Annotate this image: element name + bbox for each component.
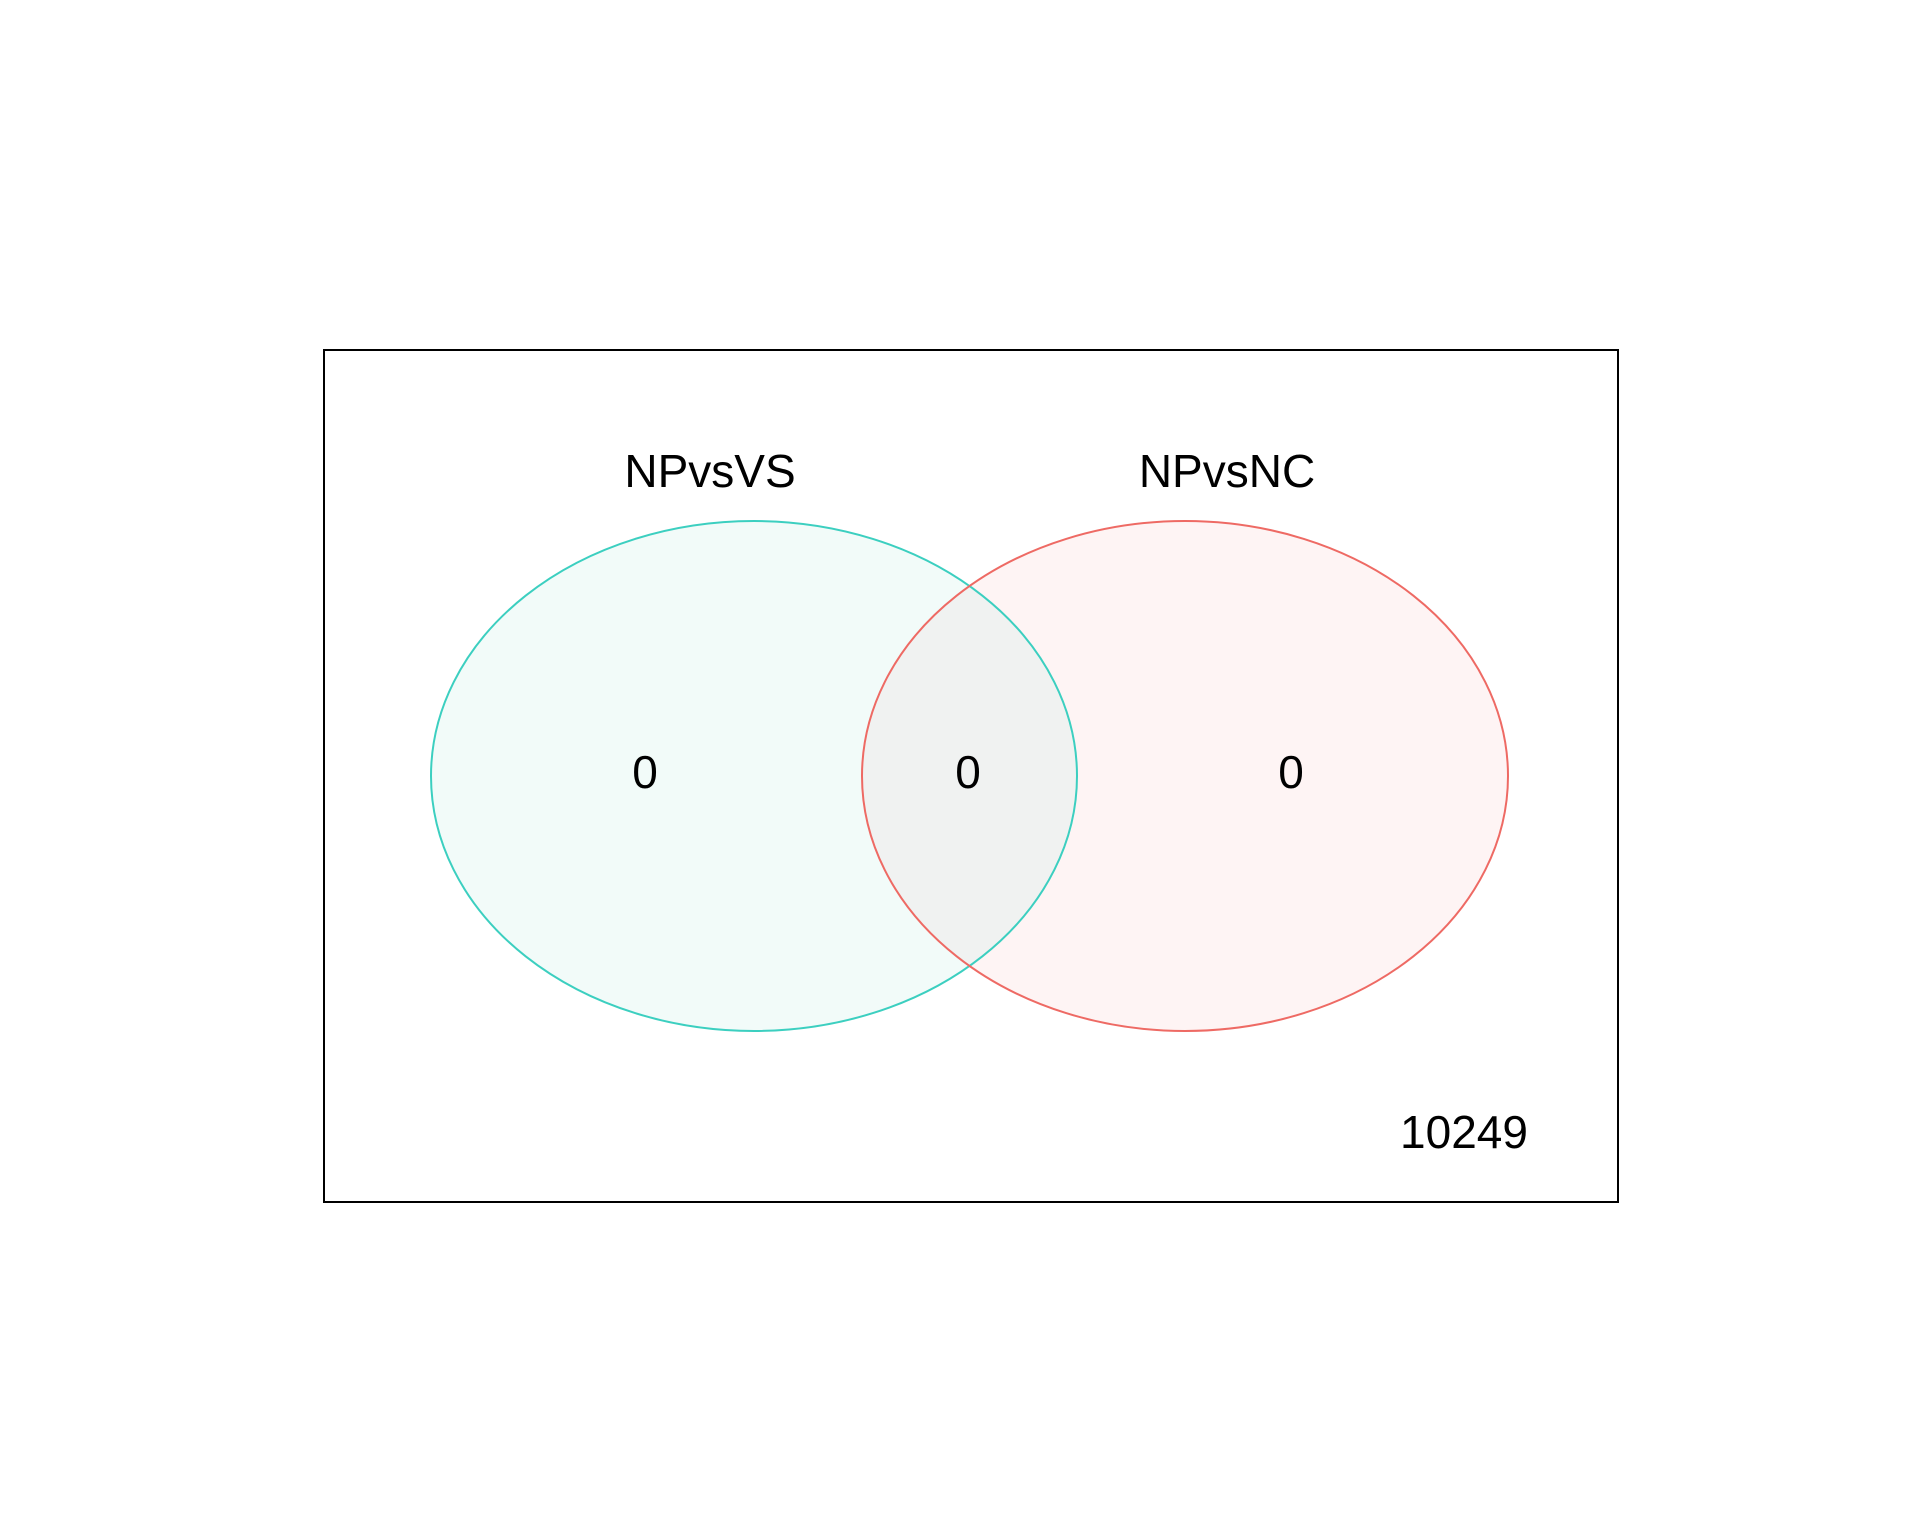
count-only-b: 0	[1278, 746, 1304, 798]
set-b-label: NPvsNC	[1139, 445, 1315, 497]
count-only-a: 0	[632, 746, 658, 798]
count-neither: 10249	[1400, 1106, 1528, 1158]
count-intersection: 0	[955, 746, 981, 798]
set-a-label: NPvsVS	[624, 445, 795, 497]
venn-diagram: NPvsVS NPvsNC 0 0 0 10249	[323, 349, 1619, 1203]
